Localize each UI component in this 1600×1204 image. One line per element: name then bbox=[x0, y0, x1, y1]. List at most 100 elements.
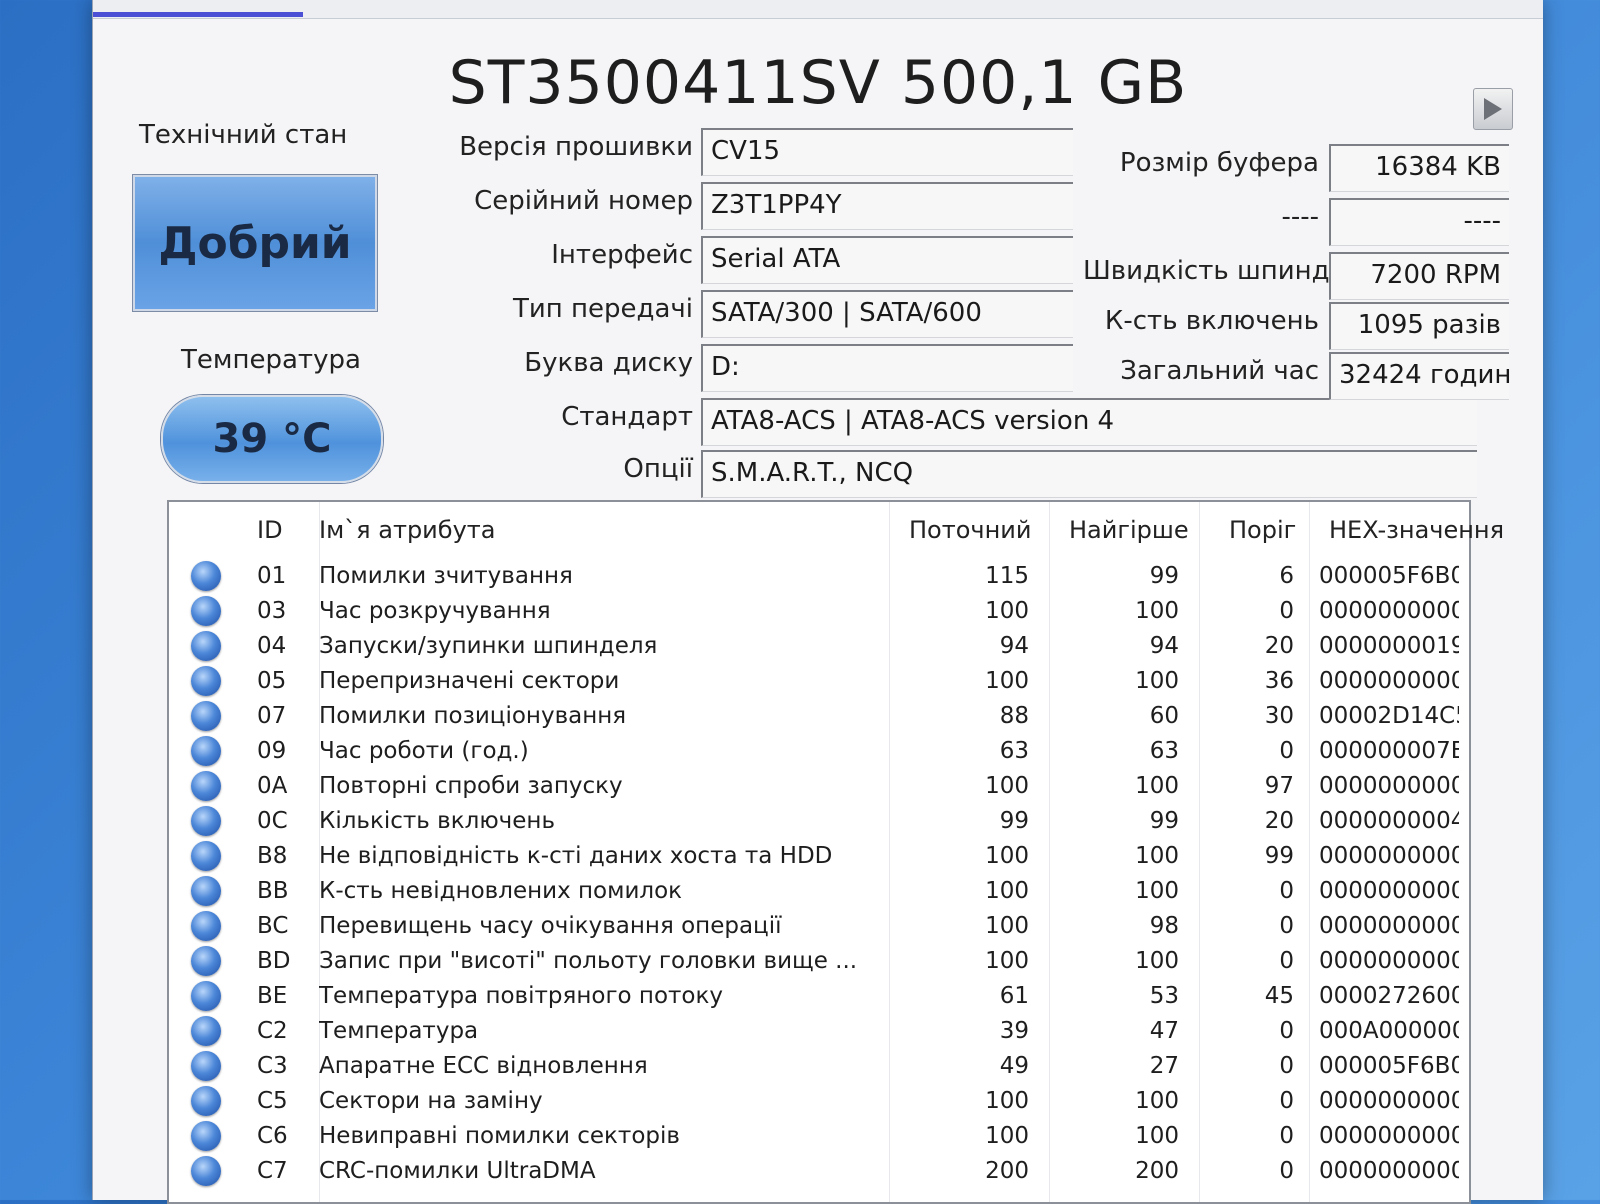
table-row[interactable]: 07 Помилки позиціонування 88 60 30 00002D14C5… bbox=[169, 700, 1469, 733]
status-dot-icon bbox=[191, 771, 221, 801]
column-header-current[interactable]: Поточний bbox=[909, 516, 1031, 544]
table-row[interactable]: 01 Помилки зчитування 115 99 6 000005F6B093 bbox=[169, 560, 1469, 593]
column-header-worst[interactable]: Найгірше bbox=[1069, 516, 1189, 544]
attribute-name: Запис при "висоті" польоту головки вище … bbox=[319, 948, 858, 974]
attribute-raw: 000000000049 bbox=[1319, 913, 1459, 939]
power-on-hours-label: Загальний час bbox=[1120, 356, 1319, 386]
rotation-rate-label: Швидкість шпинделя bbox=[1083, 256, 1378, 286]
table-row[interactable]: BC Перевищень часу очікування операції 100… bbox=[169, 910, 1469, 943]
table-row[interactable]: 0C Кількість включень 99 99 20 000000000447 bbox=[169, 805, 1469, 838]
attribute-name: Температура bbox=[319, 1018, 479, 1044]
health-status-badge[interactable]: Добрий bbox=[133, 175, 377, 311]
attribute-worst: 100 bbox=[1135, 843, 1179, 869]
attribute-worst: 100 bbox=[1135, 773, 1179, 799]
table-row[interactable]: 0A Повторні спроби запуску 100 100 97 0000000… bbox=[169, 770, 1469, 803]
attribute-name: Час роботи (год.) bbox=[319, 738, 529, 764]
column-header-name[interactable]: Ім`я атрибута bbox=[319, 516, 495, 544]
attribute-raw: 000000000000 bbox=[1319, 1123, 1459, 1149]
attribute-worst: 100 bbox=[1135, 1123, 1179, 1149]
attribute-current: 63 bbox=[999, 738, 1029, 764]
column-header-threshold[interactable]: Поріг bbox=[1229, 516, 1296, 544]
attribute-id: BD bbox=[257, 948, 291, 974]
table-row[interactable]: C2 Температура 39 47 0 000A00000027 bbox=[169, 1015, 1469, 1048]
table-row[interactable]: C3 Апаратне ECC відновлення 49 27 0 000005F6B… bbox=[169, 1050, 1469, 1083]
attribute-id: 07 bbox=[257, 703, 287, 729]
table-row[interactable]: BB К-сть невідновлених помилок 100 100 0 0000… bbox=[169, 875, 1469, 908]
interface-label: Інтерфейс bbox=[551, 240, 693, 270]
table-row[interactable]: C6 Невиправні помилки секторів 100 100 0 0000… bbox=[169, 1120, 1469, 1153]
attribute-worst: 63 bbox=[1149, 738, 1179, 764]
rotation-rate-value: 7200 RPM bbox=[1329, 252, 1509, 300]
table-header: ID Ім`я атрибута Поточний Найгірше Поріг… bbox=[169, 502, 1504, 558]
features-value: S.M.A.R.T., NCQ bbox=[701, 450, 1477, 498]
temperature-label: Температура bbox=[181, 345, 361, 375]
transfer-mode-label: Тип передачі bbox=[512, 294, 693, 324]
attribute-current: 49 bbox=[999, 1053, 1029, 1079]
crystaldiskinfo-window: ST3500411SV 500,1 GB Технічний стан Добр… bbox=[92, 0, 1543, 1204]
attribute-id: 04 bbox=[257, 633, 287, 659]
attribute-worst: 60 bbox=[1149, 703, 1179, 729]
attribute-current: 100 bbox=[985, 773, 1029, 799]
attribute-threshold: 0 bbox=[1279, 948, 1294, 974]
attribute-worst: 100 bbox=[1135, 1088, 1179, 1114]
attribute-name: Час розкручування bbox=[319, 598, 551, 624]
attribute-id: BB bbox=[257, 878, 289, 904]
attribute-id: C6 bbox=[257, 1123, 288, 1149]
attribute-id: 03 bbox=[257, 598, 287, 624]
table-row[interactable]: C7CRC-помилки UltraDMA200200000000000000… bbox=[169, 1155, 1469, 1188]
attribute-threshold: 0 bbox=[1279, 1123, 1294, 1149]
attribute-current: 100 bbox=[985, 878, 1029, 904]
table-row[interactable]: BE Температура повітряного потоку 61 53 45 00… bbox=[169, 980, 1469, 1013]
attribute-raw: 0000000019BA bbox=[1319, 633, 1459, 659]
attribute-id: 05 bbox=[257, 668, 287, 694]
attribute-threshold: 0 bbox=[1279, 913, 1294, 939]
attribute-current: 100 bbox=[985, 948, 1029, 974]
status-dot-icon bbox=[191, 736, 221, 766]
table-row[interactable]: B8 Не відповідність к-сті даних хоста та … bbox=[169, 840, 1469, 873]
attribute-id: C2 bbox=[257, 1018, 288, 1044]
temperature-badge: 39 °C bbox=[161, 395, 383, 483]
table-row[interactable]: 03Час розкручування1001000000000000000 bbox=[169, 595, 1469, 628]
drive-tab-strip[interactable] bbox=[93, 0, 1543, 19]
attribute-worst: 98 bbox=[1149, 913, 1179, 939]
attribute-raw: 000000000447 bbox=[1319, 808, 1459, 834]
table-row[interactable]: 09 Час роботи (год.) 63 63 0 000000007EA8 bbox=[169, 735, 1469, 768]
standard-label: Стандарт bbox=[561, 402, 693, 432]
attribute-current: 100 bbox=[985, 913, 1029, 939]
standard-value: ATA8-ACS | ATA8-ACS version 4 bbox=[701, 398, 1477, 446]
attribute-raw: 000A00000027 bbox=[1319, 1018, 1459, 1044]
attribute-threshold: 0 bbox=[1279, 878, 1294, 904]
drive-letter-label: Буква диску bbox=[524, 348, 693, 378]
table-row[interactable]: 05 Перепризначені сектори 100 100 36 00000000… bbox=[169, 665, 1469, 698]
attribute-threshold: 0 bbox=[1279, 1018, 1294, 1044]
attribute-raw: 000000000000 bbox=[1319, 878, 1459, 904]
attribute-id: B8 bbox=[257, 843, 288, 869]
attribute-id: 09 bbox=[257, 738, 287, 764]
status-dot-icon bbox=[191, 701, 221, 731]
attribute-name: К-сть невідновлених помилок bbox=[319, 878, 683, 904]
column-header-id[interactable]: ID bbox=[257, 516, 283, 544]
table-row[interactable]: BD Запис при "висоті" польоту головки вищ… bbox=[169, 945, 1469, 978]
attribute-current: 115 bbox=[985, 563, 1029, 589]
attribute-threshold: 45 bbox=[1264, 983, 1294, 1009]
next-drive-button[interactable] bbox=[1473, 88, 1513, 130]
attribute-id: 0A bbox=[257, 773, 288, 799]
serial-label: Серійний номер bbox=[474, 186, 693, 216]
status-dot-icon bbox=[191, 631, 221, 661]
attribute-id: BE bbox=[257, 983, 288, 1009]
table-row[interactable]: 04 Запуски/зупинки шпинделя 94 94 20 00000000… bbox=[169, 630, 1469, 663]
attribute-name: Температура повітряного потоку bbox=[319, 983, 723, 1009]
attribute-worst: 100 bbox=[1135, 948, 1179, 974]
column-header-raw[interactable]: HEX-значення bbox=[1329, 516, 1504, 544]
attribute-raw: 000000000000 bbox=[1319, 668, 1459, 694]
attribute-raw: 000000007EA8 bbox=[1319, 738, 1459, 764]
attribute-id: C7 bbox=[257, 1158, 288, 1184]
smart-attributes-table[interactable]: ID Ім`я атрибута Поточний Найгірше Поріг… bbox=[167, 500, 1504, 1204]
power-on-count-value: 1095 разів bbox=[1329, 302, 1509, 350]
table-row[interactable]: C5Сектори на заміну1001000000000000000 bbox=[169, 1085, 1469, 1118]
status-dot-icon bbox=[191, 1086, 221, 1116]
attribute-name: Помилки позиціонування bbox=[319, 703, 627, 729]
attribute-current: 100 bbox=[985, 598, 1029, 624]
attribute-raw: 000000000000 bbox=[1319, 773, 1459, 799]
attribute-id: C3 bbox=[257, 1053, 288, 1079]
